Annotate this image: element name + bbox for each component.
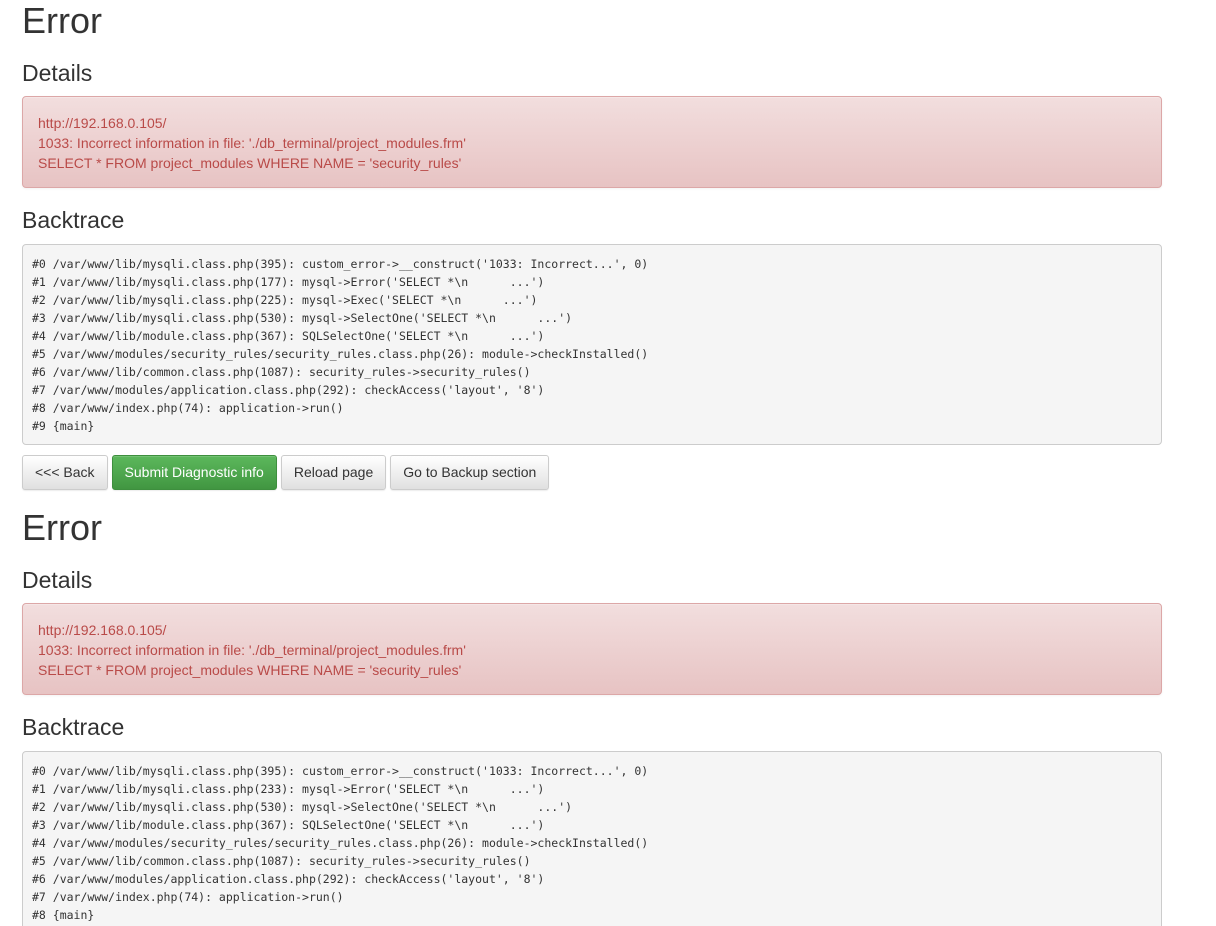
details-sql-query: SELECT * FROM project_modules WHERE NAME… — [38, 662, 462, 678]
backtrace-line: #2 /var/www/lib/mysqli.class.php(225): m… — [32, 293, 538, 307]
details-url: http://192.168.0.105/ — [38, 622, 167, 638]
backtrace-line: #7 /var/www/index.php(74): application->… — [32, 890, 344, 904]
backtrace-line: #8 /var/www/index.php(74): application->… — [32, 401, 344, 415]
backtrace-line: #1 /var/www/lib/mysqli.class.php(233): m… — [32, 782, 545, 796]
backtrace-line: #7 /var/www/modules/application.class.ph… — [32, 383, 545, 397]
backtrace-heading: Backtrace — [22, 207, 125, 233]
action-buttons: <<< Back Submit Diagnostic info Reload p… — [22, 455, 1162, 490]
page: Error Details http://192.168.0.105/ 1033… — [0, 0, 1162, 926]
backtrace-line: #5 /var/www/modules/security_rules/secur… — [32, 347, 649, 361]
backtrace-line: #6 /var/www/lib/common.class.php(1087): … — [32, 365, 531, 379]
backtrace-line: #5 /var/www/lib/common.class.php(1087): … — [32, 854, 531, 868]
backtrace-line: #3 /var/www/lib/mysqli.class.php(530): m… — [32, 311, 573, 325]
backtrace-line: #0 /var/www/lib/mysqli.class.php(395): c… — [32, 257, 649, 271]
backtrace-line: #9 {main} — [32, 419, 95, 433]
details-alert: http://192.168.0.105/ 1033: Incorrect in… — [22, 603, 1162, 695]
back-button[interactable]: <<< Back — [22, 455, 108, 490]
backtrace-line: #0 /var/www/lib/mysqli.class.php(395): c… — [32, 764, 649, 778]
submit-diagnostic-button[interactable]: Submit Diagnostic info — [111, 455, 277, 490]
backtrace-line: #4 /var/www/lib/module.class.php(367): S… — [32, 329, 545, 343]
details-sql-query: SELECT * FROM project_modules WHERE NAME… — [38, 155, 462, 171]
backtrace-line: #4 /var/www/modules/security_rules/secur… — [32, 836, 649, 850]
details-url: http://192.168.0.105/ — [38, 115, 167, 131]
backtrace-line: #1 /var/www/lib/mysqli.class.php(177): m… — [32, 275, 545, 289]
details-heading: Details — [22, 60, 93, 86]
backtrace-heading: Backtrace — [22, 714, 125, 740]
details-heading: Details — [22, 567, 93, 593]
backtrace-line: #2 /var/www/lib/mysqli.class.php(530): m… — [32, 800, 573, 814]
backtrace-line: #6 /var/www/modules/application.class.ph… — [32, 872, 545, 886]
backtrace-line: #8 {main} — [32, 908, 95, 922]
error-block-1: Error Details http://192.168.0.105/ 1033… — [22, 0, 1162, 490]
reload-page-button[interactable]: Reload page — [280, 455, 387, 490]
error-block-2: Error Details http://192.168.0.105/ 1033… — [22, 508, 1162, 926]
error-title: Error — [22, 0, 102, 41]
details-error-message: 1033: Incorrect information in file: './… — [38, 135, 466, 151]
backtrace-box: #0 /var/www/lib/mysqli.class.php(395): c… — [22, 244, 1162, 445]
details-error-message: 1033: Incorrect information in file: './… — [38, 642, 466, 658]
backup-section-button[interactable]: Go to Backup section — [390, 455, 550, 490]
backtrace-line: #3 /var/www/lib/module.class.php(367): S… — [32, 818, 545, 832]
error-title: Error — [22, 507, 102, 548]
details-alert: http://192.168.0.105/ 1033: Incorrect in… — [22, 96, 1162, 188]
backtrace-box: #0 /var/www/lib/mysqli.class.php(395): c… — [22, 751, 1162, 926]
